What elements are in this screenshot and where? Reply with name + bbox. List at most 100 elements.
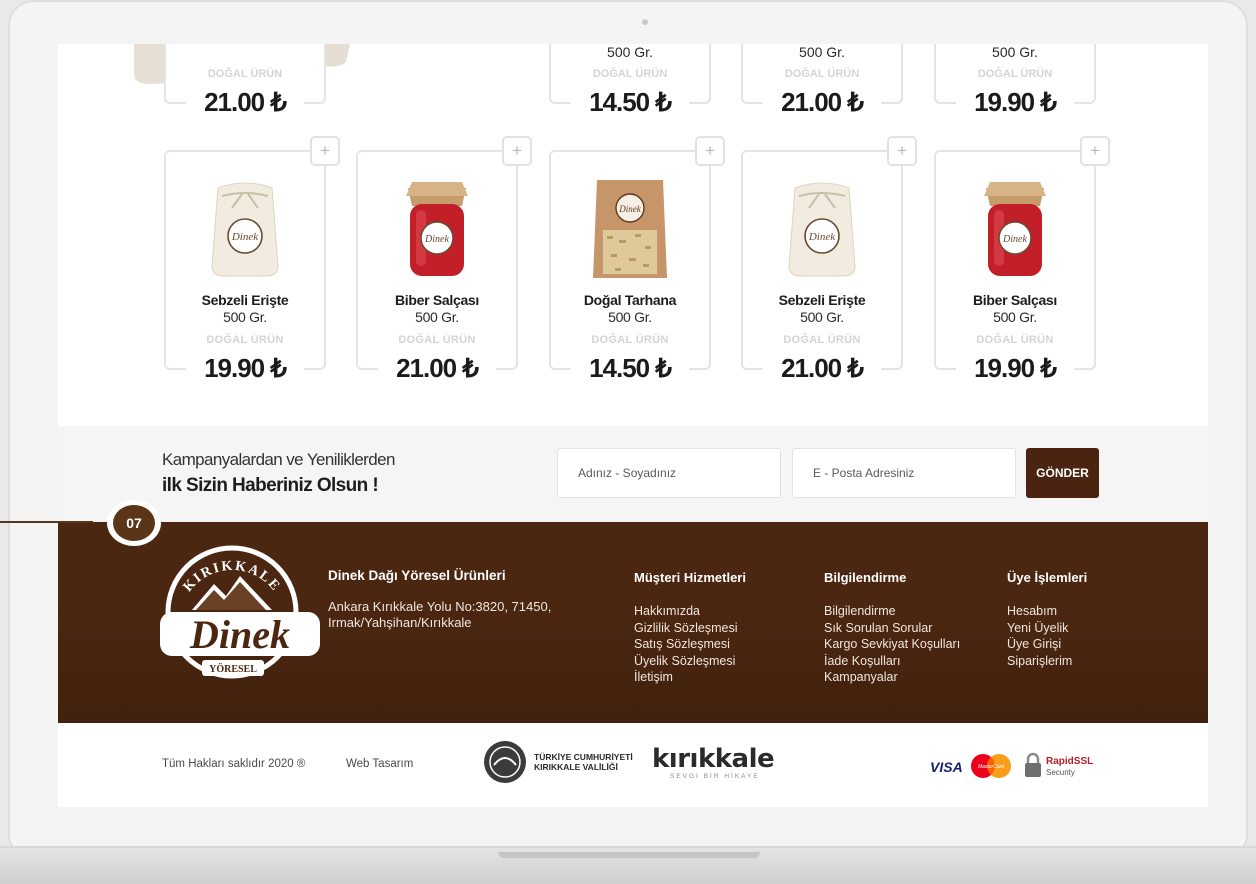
- newsletter-subtitle: Kampanyalardan ve Yeniliklerden: [162, 450, 395, 469]
- laptop-base: [0, 846, 1256, 884]
- footer-link[interactable]: Satış Sözleşmesi: [634, 636, 746, 653]
- bottom-bar: Tüm Hakları saklıdır 2020 ® Web Tasarım …: [58, 723, 1208, 807]
- footer-link[interactable]: Yeni Üyelik: [1007, 620, 1087, 637]
- annotation-number: 07: [113, 505, 155, 541]
- annotation-line: [0, 521, 93, 523]
- product-name: Doğal Tarhana: [583, 292, 677, 308]
- column-title: Bilgilendirme: [824, 570, 907, 585]
- jar-icon: Dinek: [984, 182, 1046, 276]
- rapidssl-sub: Security: [1046, 768, 1075, 777]
- dinek-logo[interactable]: KIRIKKALE Dinek YÖRESEL: [156, 540, 322, 690]
- product-card-partial[interactable]: DOĞAL ÜRÜN 21.00 ₺: [164, 44, 326, 116]
- product-card-partial[interactable]: 500 Gr. DOĞAL ÜRÜN 21.00 ₺: [741, 44, 903, 116]
- footer-link[interactable]: Bilgilendirme: [824, 603, 960, 620]
- product-weight: 500 Gr.: [993, 309, 1037, 325]
- footer-column-information: Bilgilendirme Bilgilendirme Sık Sorulan …: [824, 570, 960, 686]
- footer-link[interactable]: Hesabım: [1007, 603, 1087, 620]
- footer-link[interactable]: İade Koşulları: [824, 653, 960, 670]
- svg-text:KIRIKKALE VALİLİĞİ: KIRIKKALE VALİLİĞİ: [534, 761, 618, 772]
- email-input[interactable]: [792, 448, 1016, 498]
- product-card[interactable]: + Dinek Biber Salçası 500 Gr. DOĞAL ÜRÜN…: [934, 136, 1110, 382]
- product-label: DOĞAL ÜRÜN: [976, 334, 1054, 346]
- product-image: Dinek: [551, 174, 709, 284]
- add-to-cart-button[interactable]: +: [310, 136, 340, 166]
- product-label: DOĞAL ÜRÜN: [977, 68, 1053, 80]
- camera-dot: [642, 19, 648, 25]
- product-card[interactable]: + Dinek Sebzeli Erişte 500 Gr. DOĞAL ÜRÜ…: [164, 136, 340, 382]
- web-design-link[interactable]: Web Tasarım: [346, 758, 413, 770]
- product-card[interactable]: + Dinek Doğal Tarhana 500 Gr. DOĞAL ÜRÜN…: [549, 136, 725, 382]
- cloth-bag-icon: Dinek: [788, 182, 856, 277]
- product-price: 14.50 ₺: [571, 354, 689, 382]
- svg-text:Dinek: Dinek: [231, 231, 259, 243]
- footer-column-member: Üye İşlemleri Hesabım Yeni Üyelik Üye Gi…: [1007, 570, 1087, 669]
- add-to-cart-button[interactable]: +: [887, 136, 917, 166]
- footer-link[interactable]: Hakkımızda: [634, 603, 746, 620]
- logo-main-text: Dinek: [189, 612, 290, 657]
- copyright-text: Tüm Hakları saklıdır 2020 ®: [162, 758, 306, 770]
- kraft-pouch-icon: Dinek: [593, 180, 667, 278]
- product-weight: 500 Gr.: [799, 44, 845, 60]
- product-weight: 500 Gr.: [800, 309, 844, 325]
- product-label: DOĞAL ÜRÜN: [592, 68, 668, 80]
- product-card[interactable]: + Dinek Biber Salçası 500 Gr. DOĞAL ÜRÜN…: [356, 136, 532, 382]
- product-image: Dinek: [743, 174, 901, 284]
- add-to-cart-button[interactable]: +: [695, 136, 725, 166]
- product-name: Sebzeli Erişte: [201, 292, 289, 308]
- add-to-cart-button[interactable]: +: [502, 136, 532, 166]
- submit-button[interactable]: GÖNDER: [1026, 448, 1099, 498]
- lock-icon: [1025, 752, 1041, 777]
- product-image: Dinek: [166, 174, 324, 284]
- product-label: DOĞAL ÜRÜN: [206, 334, 284, 346]
- name-input[interactable]: [557, 448, 781, 498]
- footer-link[interactable]: Gizlilik Sözleşmesi: [634, 620, 746, 637]
- product-price: 19.90 ₺: [186, 354, 304, 382]
- product-price: 21.00 ₺: [186, 88, 304, 116]
- product-image: Dinek: [358, 174, 516, 284]
- product-card-partial[interactable]: 500 Gr. DOĞAL ÜRÜN 19.90 ₺: [934, 44, 1096, 116]
- product-card-partial[interactable]: 500 Gr. DOĞAL ÜRÜN 14.50 ₺: [549, 44, 711, 116]
- kirikkale-logo: kırıkkale SEVGİ BİR HİKAYE: [652, 744, 775, 780]
- footer-link[interactable]: Kargo Sevkiyat Koşulları: [824, 636, 960, 653]
- governorship-logo: TÜRKİYE CUMHURİYETİ KIRIKKALE VALİLİĞİ: [484, 741, 633, 783]
- jar-icon: Dinek: [406, 182, 468, 276]
- product-weight: 500 Gr.: [415, 309, 459, 325]
- product-weight: 500 Gr.: [608, 309, 652, 325]
- footer-link[interactable]: Üyelik Sözleşmesi: [634, 653, 746, 670]
- product-price: 19.90 ₺: [956, 354, 1074, 382]
- product-name: Sebzeli Erişte: [778, 292, 866, 308]
- product-label: DOĞAL ÜRÜN: [783, 334, 861, 346]
- cloth-bag-icon: Dinek: [211, 182, 279, 277]
- product-price: 21.00 ₺: [763, 354, 881, 382]
- product-price: 19.90 ₺: [956, 88, 1074, 116]
- product-weight: 500 Gr.: [607, 44, 653, 60]
- footer-link[interactable]: Kampanyalar: [824, 669, 960, 686]
- product-card[interactable]: + Dinek Sebzeli Erişte 500 Gr. DOĞAL ÜRÜ…: [741, 136, 917, 382]
- product-name: Biber Salçası: [972, 292, 1058, 308]
- company-address: Ankara Kırıkkale Yolu No:3820, 71450, Ir…: [328, 599, 552, 630]
- mastercard-icon: MasterCard: [971, 754, 1011, 778]
- product-weight: 500 Gr.: [223, 309, 267, 325]
- footer-column-customer-service: Müşteri Hizmetleri Hakkımızda Gizlilik S…: [634, 570, 746, 686]
- browser-screen: Dinek DOĞAL ÜRÜN 21.00 ₺ 500 Gr. DOĞAL Ü…: [58, 44, 1208, 807]
- product-label: DOĞAL ÜRÜN: [591, 334, 669, 346]
- add-to-cart-button[interactable]: +: [1080, 136, 1110, 166]
- footer-link[interactable]: Sık Sorulan Sorular: [824, 620, 960, 637]
- product-weight: 500 Gr.: [992, 44, 1038, 60]
- product-image: Dinek: [936, 174, 1094, 284]
- footer-link[interactable]: Siparişlerim: [1007, 653, 1087, 670]
- newsletter-section: Kampanyalardan ve Yeniliklerden ilk Sizi…: [58, 426, 1208, 522]
- svg-text:MasterCard: MasterCard: [978, 764, 1004, 770]
- product-name: Biber Salçası: [394, 292, 480, 308]
- column-title: Müşteri Hizmetleri: [634, 570, 746, 585]
- svg-text:Dinek: Dinek: [424, 234, 449, 245]
- footer: KIRIKKALE Dinek YÖRESEL Dinek Dağı Yöres…: [58, 522, 1208, 723]
- svg-text:Dinek: Dinek: [1002, 234, 1027, 245]
- svg-text:TÜRKİYE CUMHURİYETİ: TÜRKİYE CUMHURİYETİ: [534, 752, 633, 762]
- footer-link[interactable]: Üye Girişi: [1007, 636, 1087, 653]
- product-price: 21.00 ₺: [763, 88, 881, 116]
- product-price: 21.00 ₺: [378, 354, 496, 382]
- product-label: DOĞAL ÜRÜN: [398, 334, 476, 346]
- product-label: DOĞAL ÜRÜN: [207, 68, 283, 80]
- footer-link[interactable]: İletişim: [634, 669, 746, 686]
